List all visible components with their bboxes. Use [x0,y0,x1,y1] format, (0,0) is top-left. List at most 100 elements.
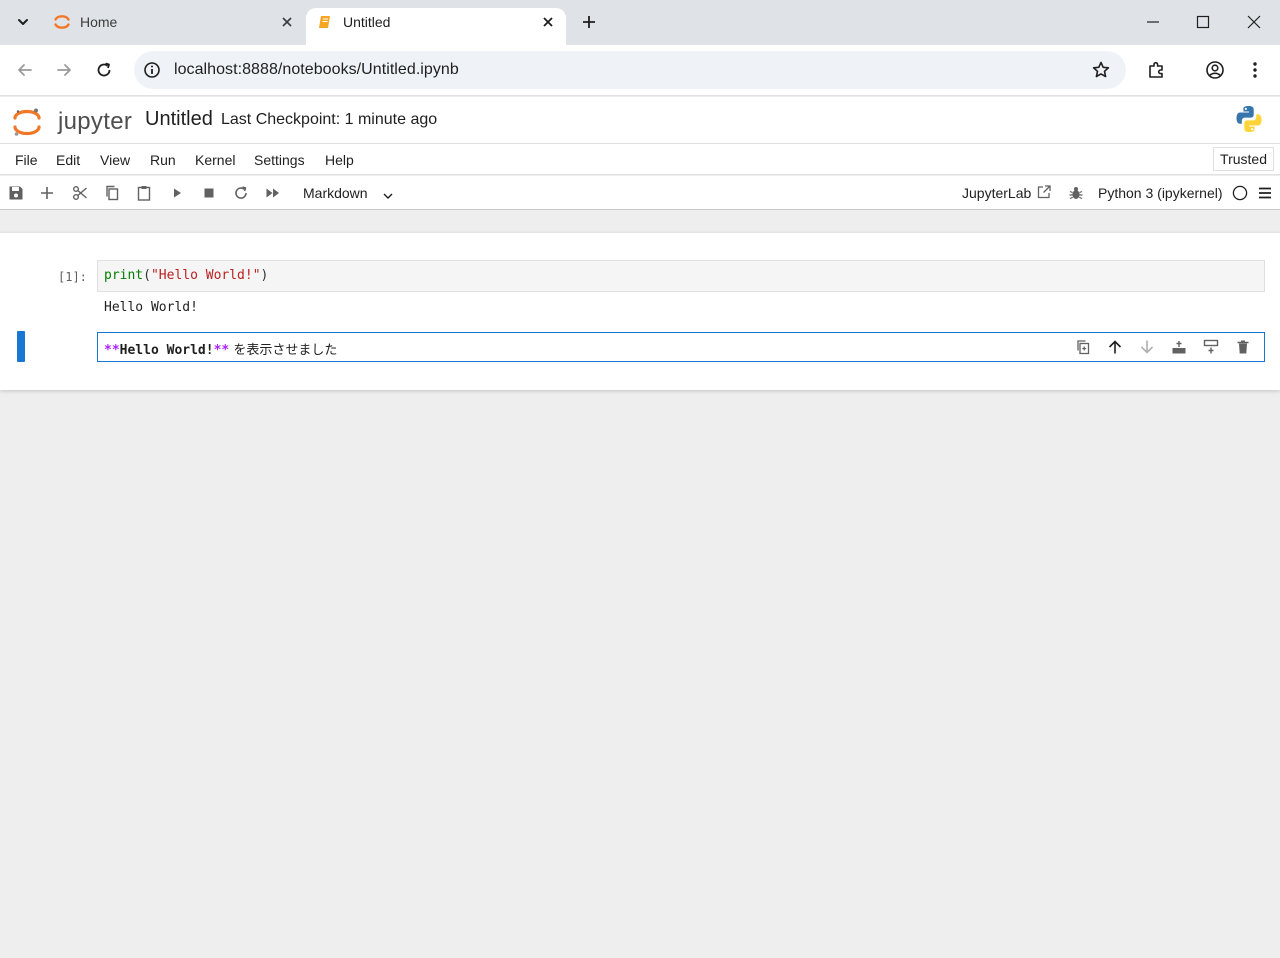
puzzle-icon [1147,60,1167,80]
menu-edit[interactable]: Edit [56,152,80,168]
delete-cell-button[interactable] [1234,338,1252,356]
cell-toolbar [1074,338,1254,358]
arrow-right-icon [55,61,73,79]
kernel-status [1231,184,1249,202]
extensions-button[interactable] [1145,58,1169,82]
browser-tab-home[interactable]: Home [43,8,305,45]
notebook-toolbar: Markdown JupyterLab Python 3 (ipykernel) [0,176,1280,210]
menu-view[interactable]: View [100,152,130,168]
insert-below-icon [1203,339,1219,355]
chevron-down-icon [16,15,30,29]
close-icon[interactable] [538,12,558,32]
stop-icon [202,186,216,200]
code-paren-open: ( [143,268,151,283]
trusted-indicator[interactable]: Trusted [1213,147,1274,171]
jupyter-logo[interactable]: jupyter [13,103,133,139]
md-plain-text: を表示させました [229,343,338,358]
scissors-icon [72,185,88,201]
bug-icon [1068,185,1084,201]
jupyter-logo-text: jupyter [58,108,133,135]
restart-run-all-button[interactable] [264,184,282,202]
close-window-button[interactable] [1244,12,1264,32]
insert-cell-below-button[interactable] [1202,338,1220,356]
duplicate-cell-button[interactable] [1074,338,1092,356]
execution-count: [1]: [58,270,87,284]
site-info-icon[interactable] [143,61,161,79]
url-text[interactable]: localhost:8888/notebooks/Untitled.ipynb [174,61,459,79]
jupyter-header: jupyter Untitled Last Checkpoint: 1 minu… [0,97,1280,144]
menu-help[interactable]: Help [325,152,354,168]
browser-tab-untitled[interactable]: Untitled [306,8,566,45]
minimize-icon [1146,15,1160,29]
menu-bar: File Edit View Run Kernel Settings Help … [0,144,1280,175]
cut-cell-button[interactable] [71,184,89,202]
toolbar-more-button[interactable] [1256,184,1274,202]
close-icon[interactable] [277,12,297,32]
reload-icon [95,61,113,79]
plus-icon [40,186,54,200]
markdown-text[interactable]: **Hello World!** を表示させました [104,339,337,358]
kernel-name[interactable]: Python 3 (ipykernel) [1098,185,1223,201]
debugger-button[interactable] [1067,184,1085,202]
python-logo-icon [1234,104,1264,134]
maximize-button[interactable] [1193,12,1213,32]
profile-button[interactable] [1203,58,1227,82]
kernel-idle-circle-icon [1232,185,1248,201]
forward-button[interactable] [52,58,76,82]
trash-icon [1235,339,1251,355]
external-link-icon[interactable] [1036,184,1052,200]
code-text[interactable]: print("Hello World!") [104,268,268,283]
arrow-down-icon [1139,339,1155,355]
menu-file[interactable]: File [15,152,38,168]
account-icon [1205,60,1225,80]
run-cell-button[interactable] [168,184,186,202]
menu-kernel[interactable]: Kernel [195,152,235,168]
browser-menu-button[interactable] [1243,58,1267,82]
notebook-icon [316,13,334,31]
move-cell-up-button[interactable] [1106,338,1124,356]
tab-title: Home [80,14,118,30]
play-icon [170,186,184,200]
code-string: "Hello World!" [150,268,261,283]
address-bar[interactable]: localhost:8888/notebooks/Untitled.ipynb [134,51,1126,89]
copy-icon [104,185,120,201]
fast-forward-icon [265,185,281,201]
tab-search-button[interactable] [9,8,37,36]
move-cell-down-button[interactable] [1138,338,1156,356]
insert-cell-button[interactable] [38,184,56,202]
interrupt-kernel-button[interactable] [200,184,218,202]
more-vertical-icon [1245,60,1265,80]
open-in-jupyterlab-link[interactable]: JupyterLab [962,185,1031,201]
insert-cell-above-button[interactable] [1170,338,1188,356]
notebook-panel: [1]: print("Hello World!") Hello World! … [0,233,1280,390]
code-cell-input[interactable]: print("Hello World!") [97,260,1265,292]
menu-run[interactable]: Run [150,152,176,168]
back-button[interactable] [13,58,37,82]
browser-tab-strip: Home Untitled [0,0,1280,45]
bookmark-star-icon[interactable] [1091,60,1111,80]
arrow-up-icon [1107,339,1123,355]
reload-button[interactable] [92,58,116,82]
minimize-button[interactable] [1143,12,1163,32]
new-tab-button[interactable] [577,10,601,34]
md-bold-mark-close: ** [213,343,230,358]
md-bold-mark-open: ** [104,343,120,358]
jupyter-logo-icon [13,107,41,137]
close-icon [1247,15,1261,29]
maximize-icon [1196,15,1210,29]
duplicate-icon [1075,339,1091,355]
paste-cell-button[interactable] [135,184,153,202]
cell-type-select[interactable]: Markdown [303,185,368,201]
tab-title: Untitled [343,14,391,30]
restart-kernel-button[interactable] [232,184,250,202]
save-button[interactable] [7,184,25,202]
notebook-title[interactable]: Untitled [145,108,213,131]
active-cell-indicator[interactable] [17,331,25,362]
save-icon [8,185,24,201]
md-bold-text: Hello World! [119,343,214,358]
menu-settings[interactable]: Settings [254,152,305,168]
markdown-cell-input[interactable]: **Hello World!** を表示させました [97,332,1265,362]
chevron-down-icon[interactable] [381,189,395,203]
copy-cell-button[interactable] [103,184,121,202]
menu-lines-icon [1257,185,1273,201]
